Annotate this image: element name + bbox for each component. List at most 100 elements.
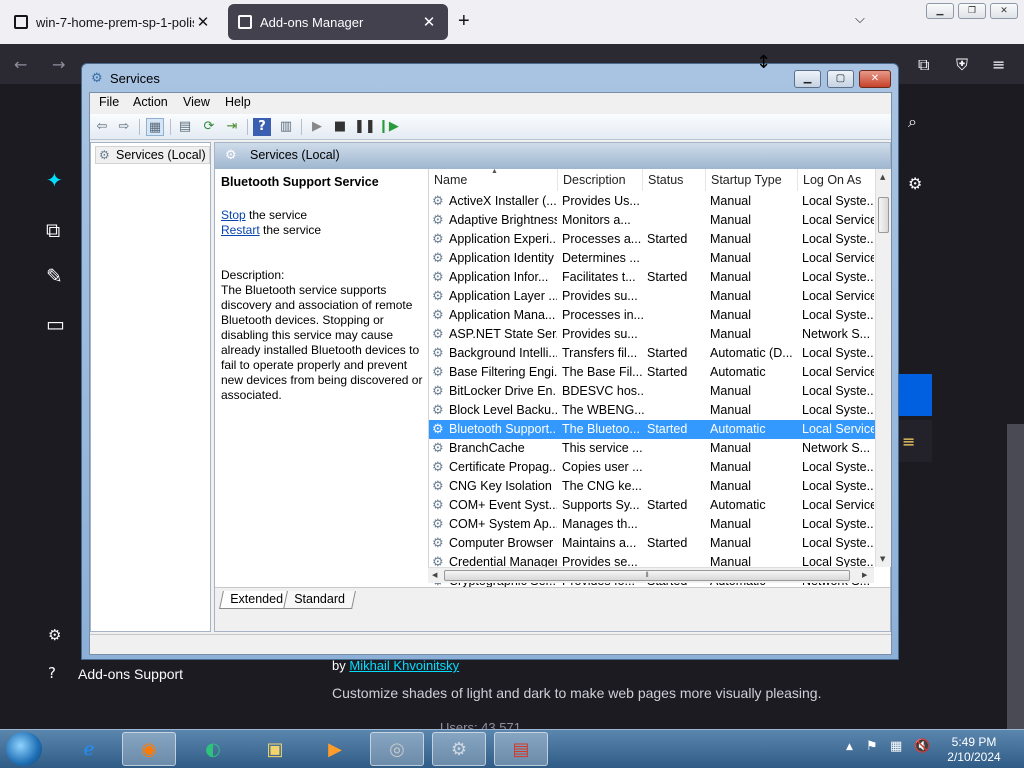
action-center-flag-icon[interactable]: ⚑ [866, 739, 878, 754]
volume-muted-icon[interactable]: 🔇 [914, 739, 930, 754]
column-header-log-on-as[interactable]: Log On As [798, 169, 875, 191]
settings-gear-icon[interactable]: ⚙ [908, 174, 922, 193]
extensions-icon[interactable]: ⧉ [46, 218, 60, 242]
dvd-maker-icon[interactable]: ◎ [370, 732, 424, 766]
menu-file[interactable]: File [99, 95, 119, 109]
vm-restore-button[interactable]: ❐ [958, 3, 986, 19]
action-pane-icon[interactable]: ▥ [277, 118, 295, 136]
show-hidden-icons-chevron-icon[interactable]: ▲ [846, 742, 853, 752]
horizontal-scroll-thumb[interactable]: ⦀ [444, 570, 850, 581]
maximize-button[interactable]: ▢ [827, 70, 854, 88]
ublock-shield-icon[interactable]: ⛨ [956, 55, 968, 75]
themes-brush-icon[interactable]: ✎ [46, 264, 63, 288]
browser-tab-vm[interactable]: win-7-home-prem-sp-1-polish ✕ [4, 4, 222, 40]
column-header-startup-type[interactable]: Startup Type [706, 169, 798, 191]
system-clock[interactable]: 5:49 PM 2/10/2024 [946, 735, 1002, 765]
table-row[interactable]: ⚙ BranchCache This service ... Manual Networ… [429, 439, 875, 458]
restart-service-icon[interactable]: ❙▶ [378, 118, 399, 136]
menu-help[interactable]: Help [225, 95, 251, 109]
description-text: The Bluetooth service supports discovery… [221, 283, 423, 402]
table-row[interactable]: ⚙ Background Intelli... Transfers fil... St… [429, 344, 875, 363]
restart-service-link[interactable]: Restart [221, 223, 260, 237]
table-row[interactable]: ⚙ COM+ System Ap... Manages th... Manual Loc… [429, 515, 875, 534]
close-icon[interactable]: ✕ [194, 13, 212, 31]
stop-service-link[interactable]: Stop [221, 208, 246, 222]
menu-action[interactable]: Action [133, 95, 168, 109]
page-scrollbar[interactable] [1007, 424, 1024, 768]
vertical-scrollbar[interactable]: ▲ ▼ [875, 169, 891, 567]
table-row[interactable]: ⚙ Base Filtering Engi... The Base Fil... St… [429, 363, 875, 382]
media-player-icon[interactable]: ▶ [308, 732, 362, 766]
tab-list-chevron-icon[interactable]: ⌵ [855, 12, 865, 27]
file-explorer-icon[interactable]: ▣ [248, 732, 302, 766]
toolbox-icon[interactable]: ▤ [494, 732, 548, 766]
table-row[interactable]: ⚙ Certificate Propag... Copies user ... Man… [429, 458, 875, 477]
forward-arrow-icon[interactable]: → [52, 55, 65, 74]
browser-tab-addons[interactable]: Add-ons Manager ✕ [228, 4, 448, 40]
horizontal-scrollbar[interactable]: ◀ ⦀ ▶ [428, 567, 874, 583]
back-icon[interactable]: ⇦ [93, 118, 111, 136]
start-button[interactable] [6, 732, 42, 766]
table-cell: Local Syste... [802, 536, 874, 550]
pause-service-icon[interactable]: ❚❚ [354, 118, 376, 136]
tab-standard[interactable]: Standard [283, 591, 356, 609]
help-question-icon[interactable]: ? [48, 664, 56, 682]
forward-icon[interactable]: ⇨ [115, 118, 133, 136]
close-icon[interactable]: ✕ [420, 13, 438, 31]
tree-item-services-local[interactable]: ⚙ Services (Local) [95, 146, 210, 164]
scroll-down-arrow-icon[interactable]: ▼ [880, 555, 885, 563]
table-row[interactable]: ⚙ ActiveX Installer (... Provides Us... Man… [429, 192, 875, 211]
minimize-button[interactable]: ▁ [794, 70, 821, 88]
firefox-icon[interactable]: ◉ [122, 732, 176, 766]
scroll-right-arrow-icon[interactable]: ▶ [862, 571, 867, 579]
column-header-status[interactable]: Status [643, 169, 706, 191]
properties-icon[interactable]: ▤ [176, 118, 194, 136]
table-row[interactable]: ⚙ Application Identity Determines ... Manua… [429, 249, 875, 268]
table-row[interactable]: ⚙ BitLocker Drive En... BDESVC hos... Manua… [429, 382, 875, 401]
table-row[interactable]: ⚙ Application Layer ... Provides su... Manu… [429, 287, 875, 306]
table-row[interactable]: ⚙ Application Mana... Processes in... Manua… [429, 306, 875, 325]
table-row-selected[interactable]: ⚙ Bluetooth Support... The Bluetoo... Start… [429, 420, 875, 439]
menu-hamburger-icon[interactable]: ≡ [992, 55, 1005, 74]
plugins-icon[interactable]: ▭ [46, 312, 65, 336]
services-gear-icon[interactable]: ⚙ [432, 732, 486, 766]
stop-service-icon[interactable]: ■ [331, 118, 349, 136]
start-service-icon[interactable]: ▶ [308, 118, 326, 136]
extensions-puzzle-icon[interactable]: ⧉ [918, 55, 929, 75]
extended-description: Bluetooth Support Service Stop the servi… [221, 175, 424, 403]
scroll-up-arrow-icon[interactable]: ▲ [880, 173, 885, 181]
table-cell: Local Syste... [802, 460, 874, 474]
table-row[interactable]: ⚙ Computer Browser Maintains a... Started Ma… [429, 534, 875, 553]
table-row[interactable]: ⚙ CNG Key Isolation The CNG ke... Manual Loc… [429, 477, 875, 496]
refresh-icon[interactable]: ⟳ [200, 118, 218, 136]
column-header-description[interactable]: Description [558, 169, 643, 191]
addons-settings-gear-icon[interactable]: ⚙ [48, 626, 61, 644]
table-row[interactable]: ⚙ ASP.NET State Ser... Provides su... Manua… [429, 325, 875, 344]
menu-view[interactable]: View [183, 95, 210, 109]
table-row[interactable]: ⚙ Block Level Backu... The WBENG... Manual L… [429, 401, 875, 420]
back-arrow-icon[interactable]: ← [14, 55, 27, 74]
show-console-tree-icon[interactable]: ▦ [146, 118, 164, 136]
vm-minimize-button[interactable]: ▁ [926, 3, 954, 19]
table-row[interactable]: ⚙ COM+ Event Syst... Supports Sy... Started… [429, 496, 875, 515]
scroll-left-arrow-icon[interactable]: ◀ [432, 571, 437, 579]
services-gear-icon: ⚙ [225, 148, 237, 163]
menu-lines-icon[interactable]: ≡ [902, 432, 915, 451]
table-row[interactable]: ⚙ Application Infor... Facilitates t... Sta… [429, 268, 875, 287]
author-link[interactable]: Mikhail Khvoinitsky [349, 658, 459, 673]
internet-explorer-icon[interactable]: ℯ [62, 732, 116, 766]
messenger-icon[interactable]: ◐ [186, 732, 240, 766]
table-row[interactable]: ⚙ Application Experi... Processes a... Star… [429, 230, 875, 249]
search-icon[interactable]: ⌕ [908, 112, 917, 132]
new-tab-button[interactable]: + [458, 10, 470, 33]
column-header-name[interactable]: ▲ Name [429, 168, 558, 191]
close-button[interactable]: ✕ [859, 70, 891, 88]
help-icon[interactable]: ? [253, 118, 271, 136]
export-list-icon[interactable]: ⇥ [223, 118, 241, 136]
vertical-scroll-thumb[interactable] [878, 197, 889, 233]
addons-support-link[interactable]: Add-ons Support [78, 666, 183, 682]
recommendations-sparkle-icon[interactable]: ✦ [46, 168, 63, 192]
table-row[interactable]: ⚙ Adaptive Brightness Monitors a... Manual L… [429, 211, 875, 230]
network-icon[interactable]: ▦ [890, 739, 902, 754]
vm-close-button[interactable]: ✕ [990, 3, 1018, 19]
